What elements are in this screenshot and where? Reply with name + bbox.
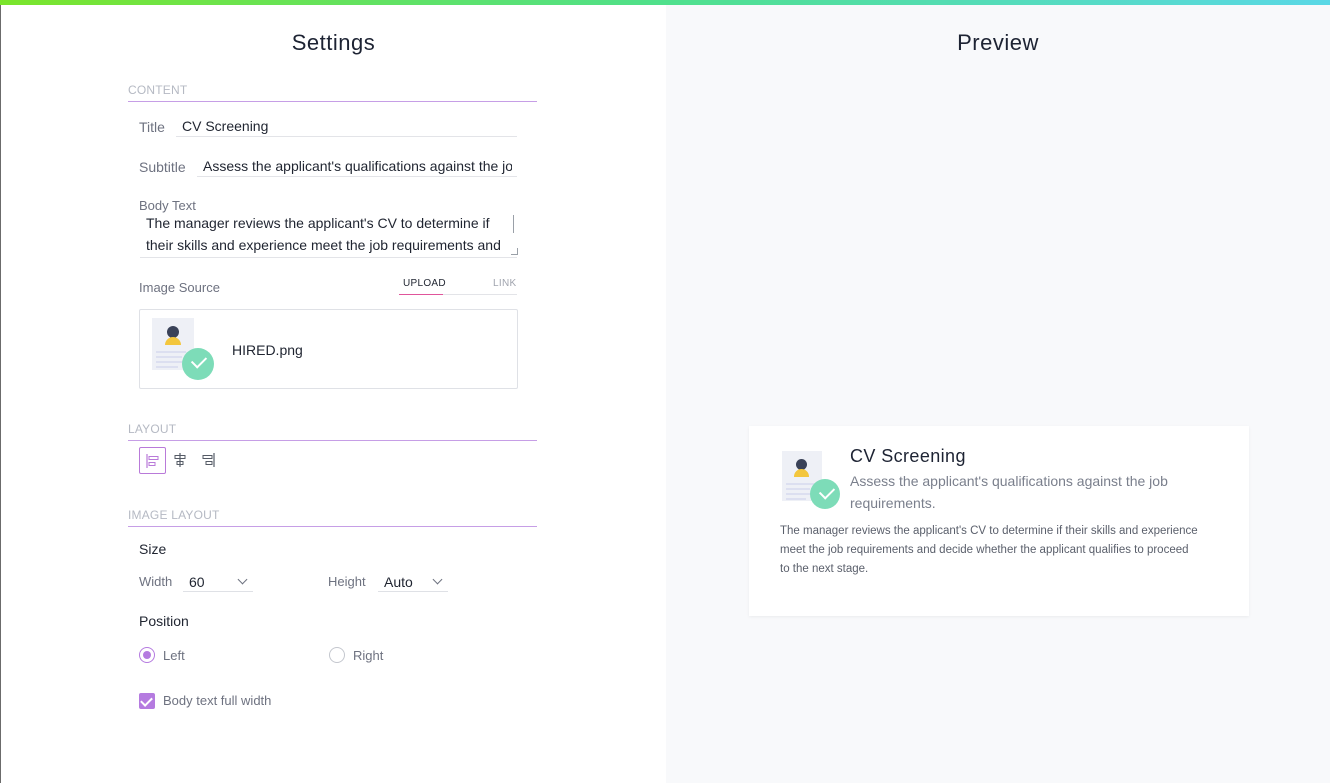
- layout-section-rule: [128, 440, 537, 441]
- body-full-width-label[interactable]: Body text full width: [163, 693, 271, 708]
- body-text-textarea[interactable]: The manager reviews the applicant's CV t…: [140, 210, 517, 258]
- file-name: HIRED.png: [232, 342, 303, 358]
- tab-upload-indicator: [399, 294, 443, 295]
- position-left-label[interactable]: Left: [163, 648, 185, 663]
- height-label: Height: [328, 574, 366, 589]
- card-subtitle: Assess the applicant's qualifications ag…: [850, 473, 1168, 511]
- content-section-label: CONTENT: [128, 83, 188, 97]
- title-input[interactable]: CV Screening: [182, 118, 516, 134]
- textarea-underline: [140, 257, 517, 258]
- image-layout-section-label: IMAGE LAYOUT: [128, 508, 220, 522]
- height-select-underline: [378, 591, 448, 592]
- image-layout-section-rule: [128, 526, 537, 527]
- textarea-scrollbar[interactable]: [513, 215, 514, 233]
- position-right-label[interactable]: Right: [353, 648, 383, 663]
- position-heading: Position: [139, 613, 189, 629]
- card-body-text: The manager reviews the applicant's CV t…: [780, 525, 1198, 575]
- subtitle-input-underline: [197, 176, 517, 177]
- width-label: Width: [139, 574, 173, 589]
- image-source-label: Image Source: [139, 280, 220, 295]
- align-center-button[interactable]: [167, 447, 194, 474]
- align-center-icon: [174, 453, 186, 467]
- subtitle-label: Subtitle: [139, 159, 186, 175]
- size-heading: Size: [139, 541, 167, 557]
- layout-section-label: LAYOUT: [128, 422, 177, 436]
- width-select-underline: [183, 591, 253, 592]
- height-select[interactable]: Auto: [384, 574, 413, 590]
- align-right-button[interactable]: [195, 447, 222, 474]
- preview-title: Preview: [957, 30, 1039, 55]
- file-upload-box[interactable]: HIRED.png: [139, 309, 518, 389]
- title-input-underline: [176, 136, 517, 137]
- title-label: Title: [139, 119, 165, 135]
- width-select[interactable]: 60: [189, 574, 205, 590]
- tab-bar-underline: [443, 294, 517, 295]
- align-right-icon: [202, 453, 215, 467]
- position-right-radio[interactable]: [329, 647, 345, 663]
- preview-card: CV Screening Assess the applicant's qual…: [749, 426, 1249, 616]
- preview-panel: Preview CV Screening Assess the applican…: [666, 5, 1330, 783]
- card-title: CV Screening: [850, 446, 966, 466]
- body-full-width-checkbox[interactable]: [139, 693, 155, 709]
- position-left-radio[interactable]: [139, 647, 155, 663]
- align-left-icon: [146, 454, 159, 468]
- tab-upload[interactable]: UPLOAD: [403, 278, 446, 289]
- content-section-rule: [128, 101, 537, 102]
- tab-link[interactable]: LINK: [493, 278, 516, 289]
- settings-title: Settings: [291, 30, 376, 55]
- subtitle-input[interactable]: Assess the applicant's qualifications ag…: [203, 158, 512, 174]
- align-left-button[interactable]: [139, 447, 166, 474]
- textarea-resize-handle[interactable]: [511, 248, 518, 255]
